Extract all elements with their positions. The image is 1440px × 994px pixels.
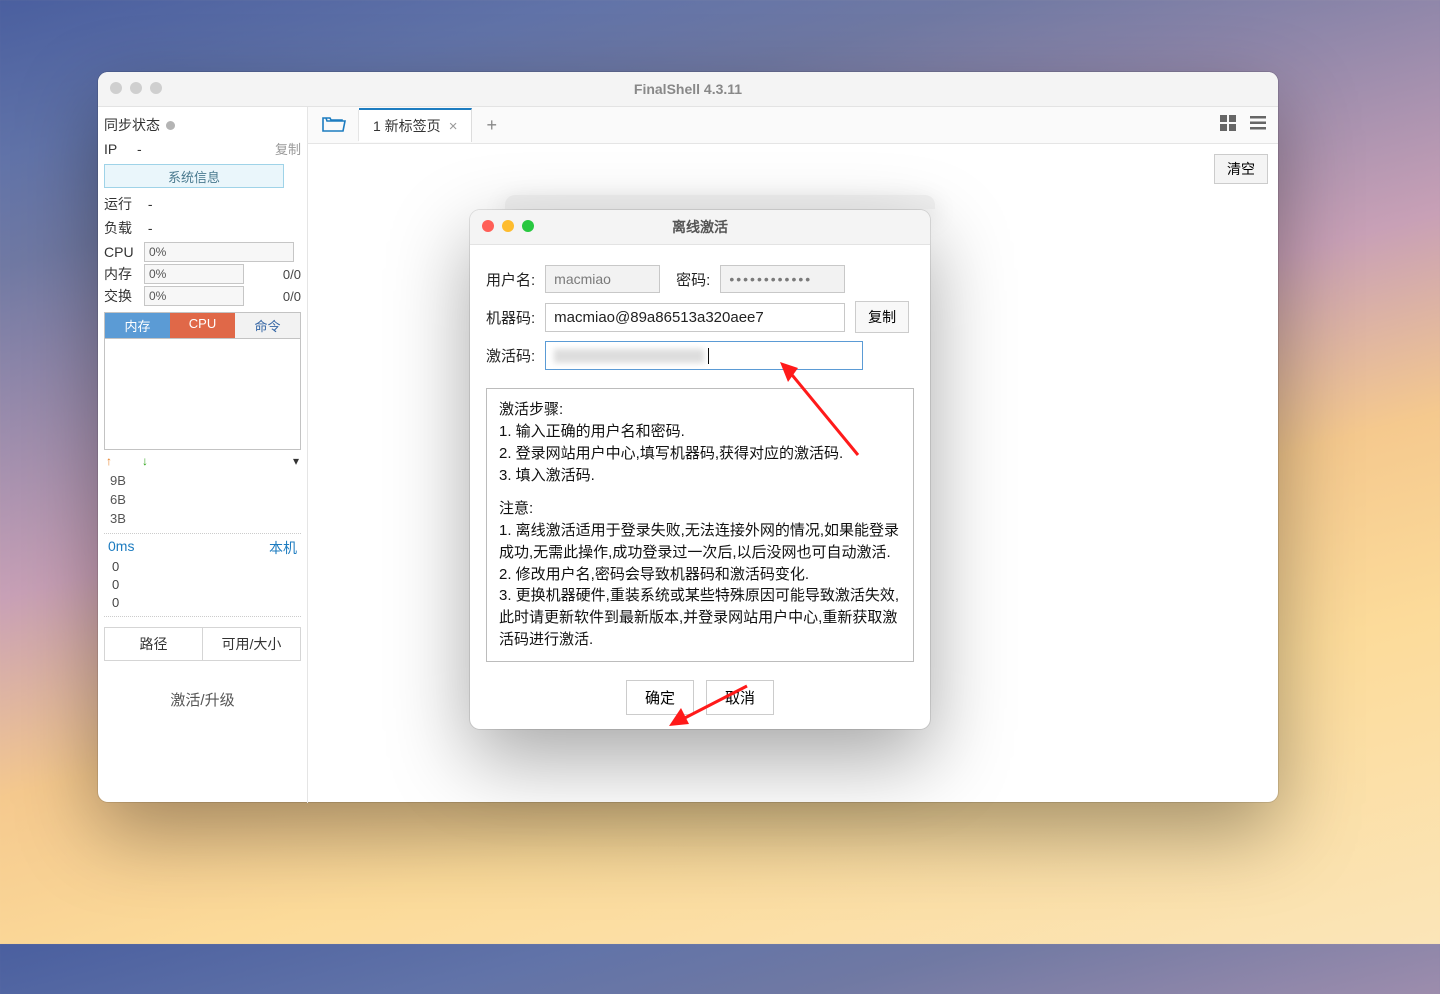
machine-code-label: 机器码: — [486, 307, 535, 328]
sidebar: 同步状态 IP - 复制 系统信息 运行 - 负载 - CPU 内存 0/0 交 — [98, 107, 308, 803]
copy-machine-code-button[interactable]: 复制 — [855, 301, 909, 333]
mem-value-input[interactable] — [144, 264, 244, 284]
activate-upgrade-link[interactable]: 激活/升级 — [104, 661, 301, 710]
zoom-icon[interactable] — [150, 82, 162, 94]
activation-dialog: 离线激活 用户名: 密码: 机器码: 复制 激活码: 激活步骤: 1. 输入正确… — [470, 210, 930, 729]
traffic-lights-dialog[interactable] — [482, 220, 534, 232]
minimize-icon[interactable] — [130, 82, 142, 94]
network-bytes: 9B 6B 3B — [104, 472, 301, 534]
load-label: 负载 — [104, 218, 132, 238]
swap-extra: 0/0 — [283, 289, 301, 304]
cancel-button[interactable]: 取消 — [706, 680, 774, 715]
ip-label: IP — [104, 141, 117, 157]
text-caret-icon — [708, 348, 709, 364]
background-dialog-hint — [505, 195, 935, 209]
traffic-lights-main[interactable] — [110, 82, 162, 94]
steps-heading: 激活步骤: — [499, 399, 901, 421]
grid-view-icon[interactable] — [1218, 113, 1238, 136]
metric-graph — [104, 339, 301, 450]
tab-command[interactable]: 命令 — [235, 313, 300, 338]
tab-memory[interactable]: 内存 — [105, 313, 170, 338]
network-menu-dropdown[interactable]: ▾ — [293, 454, 299, 468]
open-folder-button[interactable] — [310, 110, 359, 141]
note-item: 1. 离线激活适用于登录失败,无法连接外网的情况,如果能登录成功,无需此操作,成… — [499, 520, 901, 564]
size-column-header[interactable]: 可用/大小 — [203, 628, 300, 660]
note-item: 3. 更换机器硬件,重装系统或某些特殊原因可能导致激活失效,此时请更新软件到最新… — [499, 585, 901, 650]
local-machine-link[interactable]: 本机 — [269, 538, 297, 558]
run-value: - — [148, 196, 153, 212]
system-info-button[interactable]: 系统信息 — [104, 164, 284, 188]
tab-label: 1 新标签页 — [373, 116, 441, 136]
close-icon[interactable] — [482, 220, 494, 232]
cpu-value-input[interactable] — [144, 242, 294, 262]
main-titlebar: FinalShell 4.3.11 — [98, 72, 1278, 107]
latency-history: 0 0 0 — [104, 558, 301, 618]
clear-button[interactable]: 清空 — [1214, 154, 1268, 184]
cpu-label: CPU — [104, 244, 138, 260]
swap-value-input[interactable] — [144, 286, 244, 306]
disk-table-header: 路径 可用/大小 — [104, 627, 301, 661]
upload-arrow-icon: ↑ — [106, 454, 112, 468]
password-label: 密码: — [676, 269, 710, 290]
download-arrow-icon: ↓ — [142, 454, 148, 468]
mem-label: 内存 — [104, 264, 138, 284]
bytes-row: 9B — [110, 472, 297, 491]
obscured-code-icon — [554, 349, 704, 363]
folder-open-icon — [322, 114, 346, 134]
copy-ip-button[interactable]: 复制 — [275, 139, 301, 158]
hamburger-menu-icon[interactable] — [1248, 113, 1268, 136]
dialog-title: 离线激活 — [672, 217, 728, 237]
tab-toolbar: 1 新标签页 × + — [308, 107, 1278, 144]
run-label: 运行 — [104, 194, 132, 214]
activation-code-input[interactable] — [545, 341, 863, 370]
tab-close-icon[interactable]: × — [449, 118, 458, 135]
machine-code-input[interactable] — [545, 303, 845, 332]
note-item: 2. 修改用户名,密码会导致机器码和激活码变化. — [499, 564, 901, 586]
tab-new-page[interactable]: 1 新标签页 × — [359, 108, 472, 142]
bytes-row: 6B — [110, 491, 297, 510]
tab-add-button[interactable]: + — [472, 109, 511, 142]
dialog-titlebar: 离线激活 — [470, 210, 930, 245]
username-label: 用户名: — [486, 269, 535, 290]
ip-value: - — [137, 141, 142, 157]
minimize-icon[interactable] — [502, 220, 514, 232]
bytes-row: 3B — [110, 510, 297, 529]
mem-extra: 0/0 — [283, 267, 301, 282]
ok-button[interactable]: 确定 — [626, 680, 694, 715]
activation-code-label: 激活码: — [486, 345, 535, 366]
instructions-panel: 激活步骤: 1. 输入正确的用户名和密码. 2. 登录网站用户中心,填写机器码,… — [486, 388, 914, 661]
step-item: 1. 输入正确的用户名和密码. — [499, 421, 901, 443]
step-item: 2. 登录网站用户中心,填写机器码,获得对应的激活码. — [499, 443, 901, 465]
load-value: - — [148, 220, 153, 236]
metric-tabs: 内存 CPU 命令 — [104, 312, 301, 339]
step-item: 3. 填入激活码. — [499, 465, 901, 487]
latency-value: 0ms — [108, 538, 134, 558]
close-icon[interactable] — [110, 82, 122, 94]
tab-cpu[interactable]: CPU — [170, 313, 235, 338]
zoom-icon[interactable] — [522, 220, 534, 232]
path-column-header[interactable]: 路径 — [105, 628, 203, 660]
notes-heading: 注意: — [499, 498, 901, 520]
sync-status-label: 同步状态 — [104, 115, 160, 135]
swap-label: 交换 — [104, 286, 138, 306]
sync-status-indicator-icon — [166, 121, 175, 130]
window-title: FinalShell 4.3.11 — [634, 81, 742, 97]
password-input[interactable] — [720, 265, 845, 293]
username-input[interactable] — [545, 265, 660, 293]
